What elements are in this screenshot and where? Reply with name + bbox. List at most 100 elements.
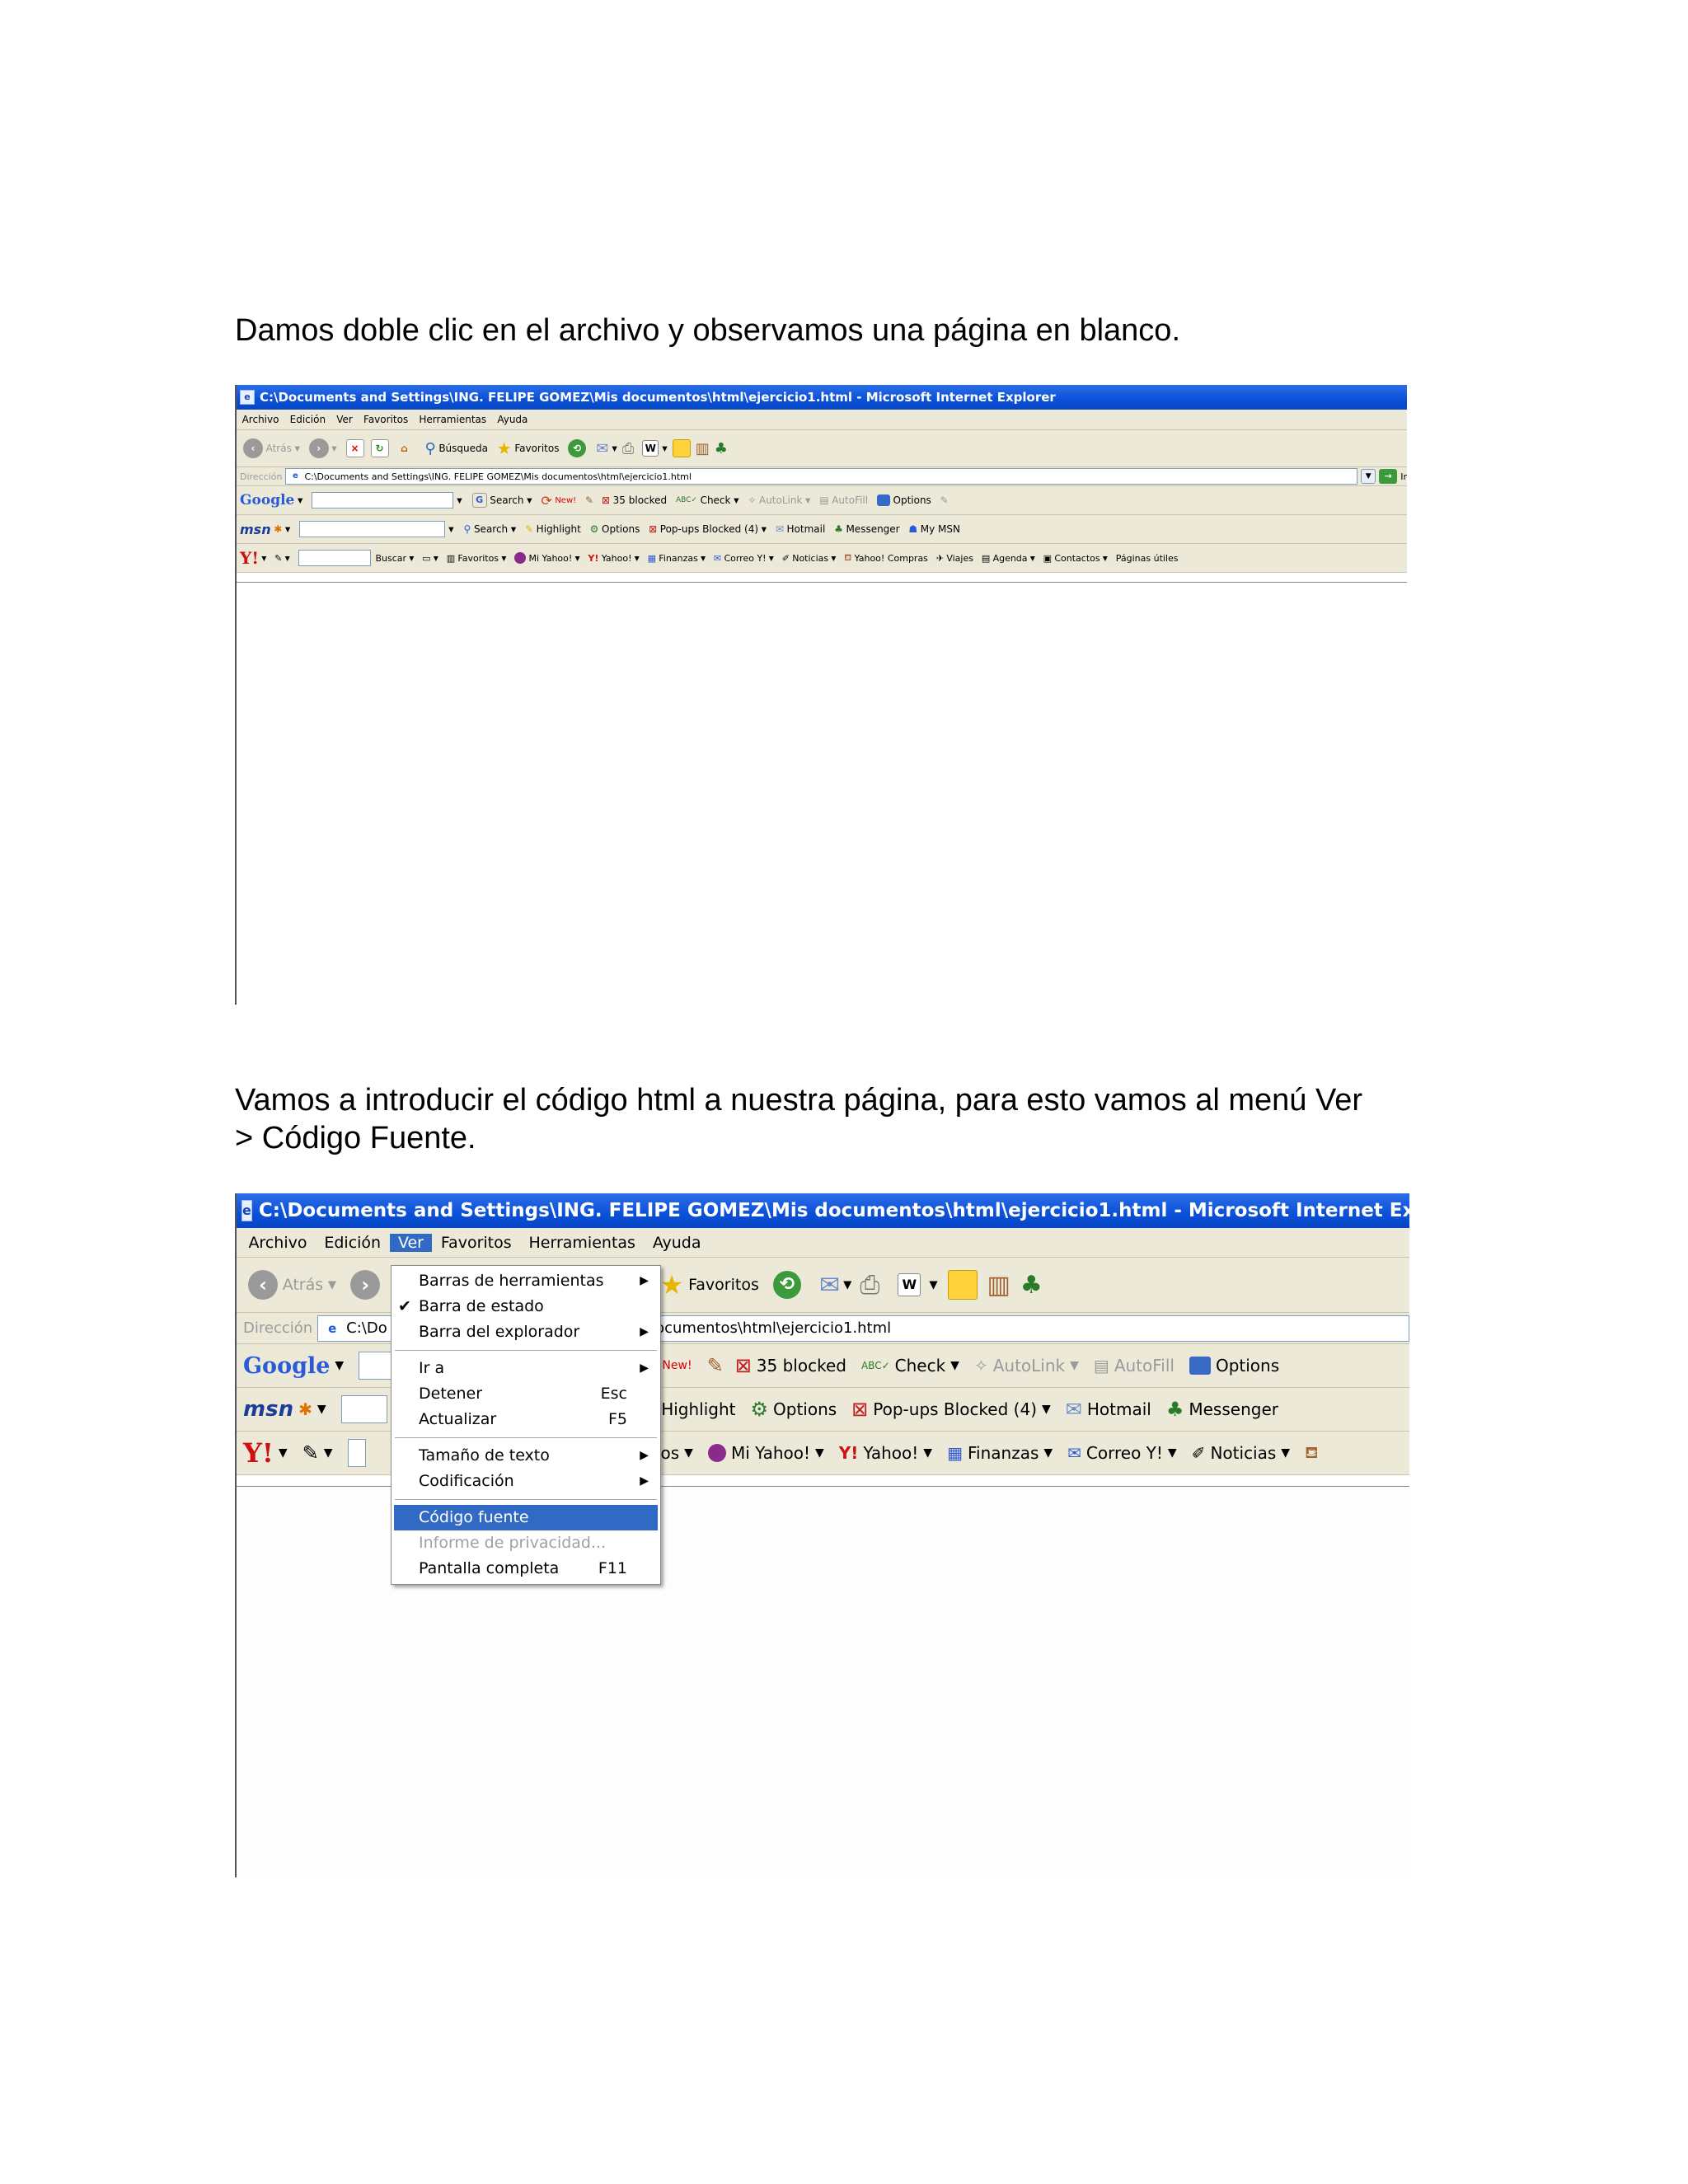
- messenger-button[interactable]: ♣ Messenger: [834, 523, 900, 535]
- msn-logo[interactable]: msn ✱ ▼: [243, 1397, 326, 1422]
- menu-item-ir-a[interactable]: Ir a ▶: [392, 1356, 660, 1381]
- agenda-button[interactable]: ▤ Agenda ▼: [982, 553, 1035, 564]
- compras-button[interactable]: ⛾ Yahoo! Compras: [844, 552, 928, 565]
- yahoo-highlight-button[interactable]: ▭ ▼: [422, 553, 438, 564]
- google-new-button[interactable]: ⟳New!: [541, 493, 576, 509]
- favorites-button[interactable]: ★ Favoritos: [660, 1269, 759, 1301]
- noticias-button[interactable]: ✐ Noticias ▼: [1192, 1443, 1290, 1463]
- edit-icon[interactable]: W: [642, 440, 659, 457]
- yahoo-search-input[interactable]: [298, 550, 371, 566]
- autofill-button[interactable]: ▤ AutoFill: [819, 494, 868, 506]
- autofill-button[interactable]: ▤ AutoFill: [1094, 1356, 1175, 1376]
- go-label[interactable]: Ir: [1400, 471, 1407, 482]
- menu-item-actualizar[interactable]: Actualizar F5: [392, 1407, 660, 1432]
- notes-icon[interactable]: [672, 439, 691, 457]
- menu-favoritos[interactable]: Favoritos: [432, 1234, 520, 1252]
- messenger-icon[interactable]: ♣: [715, 440, 728, 457]
- menu-item-detener[interactable]: Detener Esc: [392, 1381, 660, 1407]
- menu-item-tamano-texto[interactable]: Tamaño de texto ▶: [392, 1443, 660, 1469]
- google-options-button[interactable]: Options: [1189, 1356, 1279, 1376]
- google-search-button[interactable]: G Search ▼: [471, 493, 532, 508]
- yahoo-pencil-button[interactable]: ✎ ▼: [302, 1441, 333, 1465]
- pencil-icon[interactable]: ✎: [940, 494, 949, 506]
- correo-button[interactable]: ✉ Correo Y! ▼: [1067, 1443, 1177, 1463]
- msn-options-button[interactable]: ⚙ Options: [750, 1398, 837, 1421]
- forward-arrow-icon[interactable]: ›: [350, 1270, 381, 1300]
- mail-icon[interactable]: ✉: [819, 1271, 840, 1300]
- google-logo[interactable]: Google ▼: [240, 492, 302, 509]
- yahoo-search-input[interactable]: [347, 1439, 366, 1467]
- menu-archivo[interactable]: Archivo: [240, 1234, 316, 1252]
- mi-yahoo-button[interactable]: Mi Yahoo! ▼: [707, 1443, 824, 1463]
- go-arrow-icon[interactable]: →: [1379, 469, 1398, 484]
- msn-options-button[interactable]: ⚙ Options: [590, 523, 640, 535]
- print-icon[interactable]: ⎙: [622, 440, 634, 457]
- pagerank-icon[interactable]: ✎: [585, 494, 593, 506]
- yahoo-logo[interactable]: Y! ▼: [240, 548, 266, 568]
- address-field[interactable]: e C:\Documents and Settings\ING. FELIPE …: [285, 468, 1358, 485]
- autolink-button[interactable]: ✧ AutoLink ▼: [748, 494, 810, 506]
- hotmail-button[interactable]: ✉ Hotmail: [776, 523, 825, 535]
- messenger-button[interactable]: ♣ Messenger: [1166, 1398, 1278, 1421]
- messenger-icon[interactable]: ♣: [1020, 1271, 1043, 1300]
- paginas-utiles-button[interactable]: Páginas útiles: [1116, 553, 1179, 564]
- yahoo-home-button[interactable]: Y! Yahoo! ▼: [588, 553, 639, 564]
- google-options-button[interactable]: Options: [876, 494, 931, 506]
- popup-blocked-button[interactable]: ⊠ 35 blocked: [602, 494, 667, 506]
- favorites-button[interactable]: ★ Favoritos: [497, 438, 560, 458]
- menu-item-barra-estado[interactable]: ✔ Barra de estado: [392, 1294, 660, 1319]
- chevron-down-icon[interactable]: ▼: [929, 1279, 937, 1291]
- yahoo-favoritos-button[interactable]: ▥ Favoritos ▼: [447, 553, 507, 564]
- refresh-icon[interactable]: ↻: [370, 439, 389, 457]
- notes-icon[interactable]: [947, 1270, 978, 1300]
- shopping-bag-icon[interactable]: ⛾: [1305, 1442, 1318, 1465]
- menu-ayuda[interactable]: Ayuda: [644, 1234, 710, 1252]
- chevron-down-icon[interactable]: ▼: [612, 444, 617, 452]
- highlight-button[interactable]: ✎Highlight: [525, 523, 581, 535]
- hotmail-button[interactable]: ✉ Hotmail: [1066, 1398, 1151, 1421]
- chevron-down-icon[interactable]: ▼: [662, 444, 667, 452]
- finanzas-button[interactable]: ▦ Finanzas ▼: [947, 1443, 1053, 1463]
- search-button[interactable]: ⚲ Búsqueda: [425, 440, 488, 457]
- pagerank-icon[interactable]: ✎: [707, 1354, 724, 1377]
- menu-item-pantalla-completa[interactable]: Pantalla completa F11: [392, 1556, 660, 1582]
- mi-yahoo-button[interactable]: Mi Yahoo! ▼: [514, 552, 580, 564]
- menu-edicion[interactable]: Edición: [284, 414, 331, 425]
- address-dropdown-icon[interactable]: ▼: [1361, 469, 1376, 484]
- back-button[interactable]: ‹ Atrás ▼: [243, 438, 300, 458]
- menu-item-codigo-fuente[interactable]: Código fuente: [394, 1505, 658, 1530]
- print-icon[interactable]: ⎙: [860, 1271, 879, 1300]
- menu-ver[interactable]: Ver: [331, 414, 359, 425]
- my-msn-button[interactable]: ☗ My MSN: [908, 523, 960, 535]
- yahoo-home-button[interactable]: Y! Yahoo! ▼: [839, 1443, 932, 1463]
- chevron-down-icon[interactable]: ▼: [457, 496, 462, 504]
- spell-check-button[interactable]: ABC✓ Check ▼: [861, 1356, 959, 1376]
- menu-ver[interactable]: Ver: [389, 1233, 433, 1252]
- autolink-button[interactable]: ✧ AutoLink ▼: [974, 1356, 1079, 1376]
- popups-blocked-button[interactable]: ⊠ Pop-ups Blocked (4) ▼: [649, 523, 767, 535]
- research-icon[interactable]: ▥: [696, 440, 710, 457]
- back-button[interactable]: ‹ Atrás ▼: [248, 1270, 336, 1300]
- msn-search-button[interactable]: ⚲ Search ▼: [464, 523, 517, 535]
- home-icon[interactable]: ⌂: [396, 439, 414, 457]
- menu-herramientas[interactable]: Herramientas: [414, 414, 492, 425]
- research-icon[interactable]: ▥: [987, 1271, 1010, 1300]
- menu-item-barras-herramientas[interactable]: Barras de herramientas ▶: [392, 1268, 660, 1294]
- google-logo[interactable]: Google ▼: [243, 1353, 344, 1379]
- chevron-down-icon[interactable]: ▼: [448, 525, 453, 533]
- msn-search-input[interactable]: [299, 521, 446, 537]
- correo-button[interactable]: ✉ Correo Y! ▼: [714, 553, 774, 564]
- menu-ayuda[interactable]: Ayuda: [492, 414, 533, 425]
- spell-check-button[interactable]: ABC✓ Check ▼: [676, 494, 739, 506]
- menu-edicion[interactable]: Edición: [316, 1234, 390, 1252]
- menu-favoritos[interactable]: Favoritos: [358, 414, 413, 425]
- yahoo-pencil-button[interactable]: ✎ ▼: [274, 553, 289, 564]
- contactos-button[interactable]: ▣ Contactos ▼: [1043, 553, 1108, 564]
- history-icon[interactable]: ⟲: [568, 439, 587, 457]
- stop-icon[interactable]: ×: [345, 439, 364, 457]
- menu-item-informe-privacidad[interactable]: Informe de privacidad...: [392, 1530, 660, 1556]
- msn-logo[interactable]: msn ✱ ▼: [240, 522, 290, 537]
- msn-search-input[interactable]: [340, 1395, 387, 1423]
- noticias-button[interactable]: ✐ Noticias ▼: [782, 553, 837, 564]
- forward-button[interactable]: › ▼: [308, 438, 337, 458]
